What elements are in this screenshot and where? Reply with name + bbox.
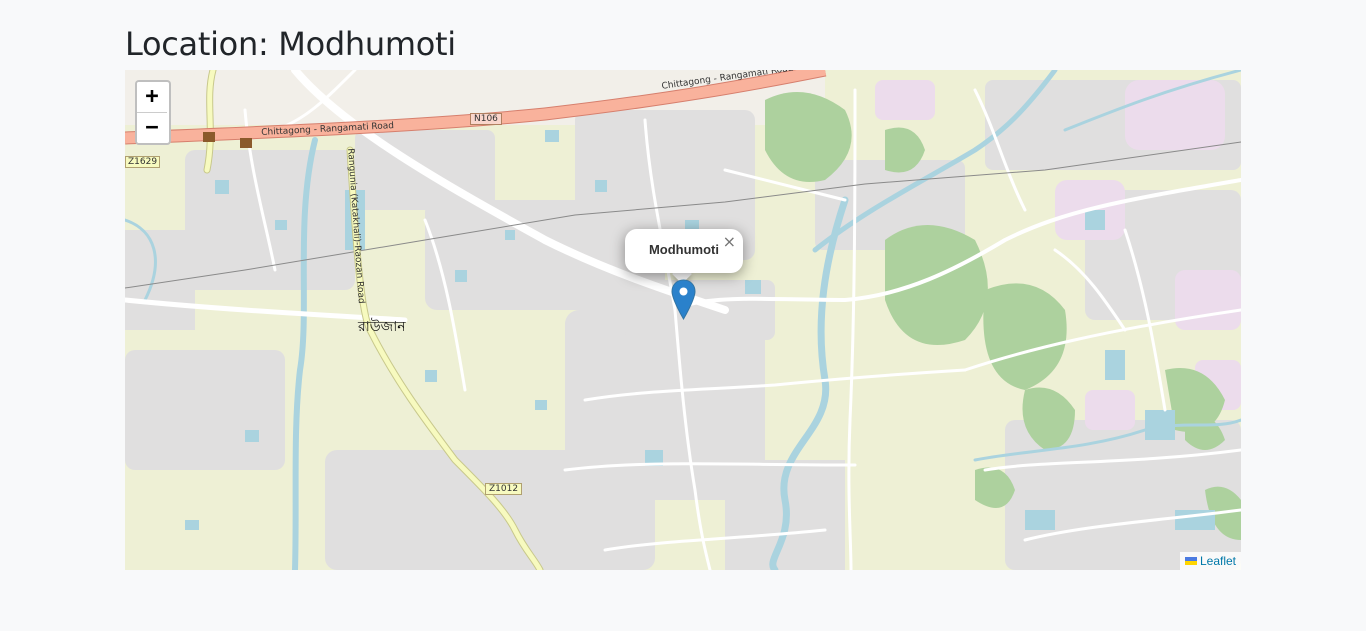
zoom-control: + − — [135, 80, 171, 145]
ukraine-flag-icon — [1184, 557, 1197, 565]
map-container[interactable]: Chittagong - Rangamati Road Chittagong -… — [125, 70, 1241, 570]
zoom-out-button[interactable]: − — [137, 113, 167, 143]
popup-close-button[interactable]: × — [723, 232, 736, 251]
location-marker-icon[interactable] — [671, 279, 696, 320]
leaflet-link[interactable]: Leaflet — [1200, 552, 1236, 570]
page-title: Location: Modhumoti — [125, 25, 456, 63]
place-label: রাউজান — [358, 319, 406, 335]
route-shield: Z1012 — [485, 483, 523, 495]
route-shield: N106 — [470, 113, 502, 125]
map-attribution: Leaflet — [1179, 552, 1241, 570]
route-shield: Z1629 — [125, 156, 161, 168]
zoom-in-button[interactable]: + — [137, 82, 167, 113]
marker-popup: Modhumoti × — [625, 229, 743, 273]
map-tiles[interactable] — [125, 70, 1241, 570]
